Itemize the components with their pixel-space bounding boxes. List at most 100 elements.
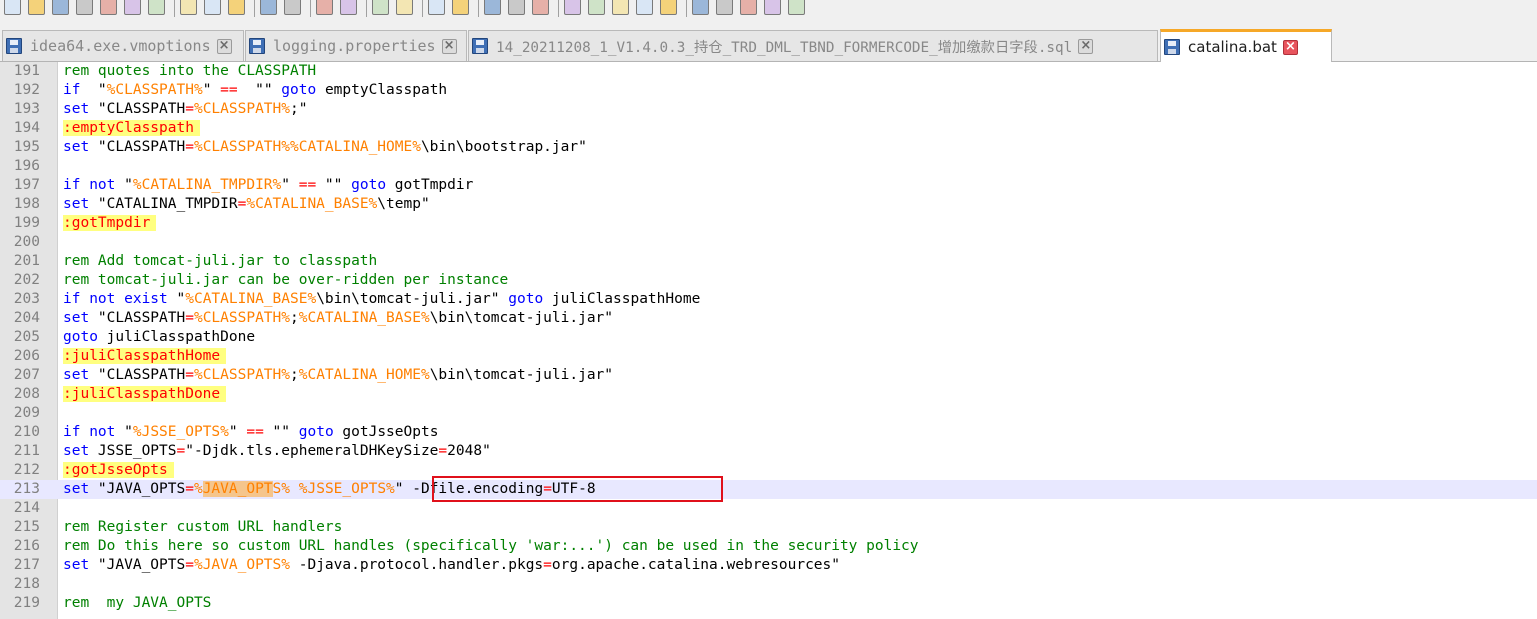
code-line[interactable]: 202 rem tomcat-juli.jar can be over-ridde… [0, 271, 1537, 290]
code-line[interactable]: 206:juliClasspathHome [0, 347, 1537, 366]
tab-catalina-bat[interactable]: catalina.bat × [1160, 29, 1332, 62]
tab-label: idea64.exe.vmoptions [30, 37, 211, 55]
folder-workspace-icon[interactable] [636, 0, 653, 15]
code-line[interactable]: 198 set "CATALINA_TMPDIR=%CATALINA_BASE%\… [0, 195, 1537, 214]
new-file-icon[interactable] [4, 0, 21, 15]
code-editor[interactable]: 191 rem quotes into the CLASSPATH 192 if "%… [0, 62, 1537, 619]
function-list-icon[interactable] [612, 0, 629, 15]
code-line[interactable]: 210 if not "%JSSE_OPTS%" == "" goto gotJs… [0, 423, 1537, 442]
line-number: 199 [13, 215, 40, 231]
code-line[interactable]: 212:gotJsseOpts [0, 461, 1537, 480]
save-all-icon[interactable] [76, 0, 93, 15]
user-language-icon[interactable] [564, 0, 581, 15]
code-text: if not "%CATALINA_TMPDIR%" == "" goto go… [63, 176, 473, 195]
copy-icon[interactable] [204, 0, 221, 15]
save-icon[interactable] [52, 0, 69, 15]
code-line[interactable]: 193 set "CLASSPATH=%CLASSPATH%;" [0, 100, 1537, 119]
zoom-out-icon[interactable] [396, 0, 413, 15]
code-text: if "%CLASSPATH%" == "" goto emptyClasspa… [63, 81, 447, 100]
stop-macro-icon[interactable] [716, 0, 733, 15]
line-number: 207 [13, 367, 40, 383]
code-token: " [80, 82, 107, 98]
code-token: if not [63, 424, 116, 440]
sync-vertical-icon[interactable] [428, 0, 445, 15]
code-line[interactable]: 204 set "CLASSPATH=%CLASSPATH%;%CATALINA_… [0, 309, 1537, 328]
code-token: juliClasspathHome [543, 291, 701, 307]
code-line[interactable]: 200 [0, 233, 1537, 252]
close-tab-icon[interactable]: × [1282, 39, 1298, 55]
code-line[interactable]: 196 [0, 157, 1537, 176]
code-token: "CLASSPATH [89, 310, 186, 326]
redo-icon[interactable] [284, 0, 301, 15]
code-token: "CLASSPATH [89, 139, 186, 155]
code-line[interactable]: 218 [0, 575, 1537, 594]
line-number: 192 [13, 82, 40, 98]
code-line[interactable]: 205 goto juliClasspathDone [0, 328, 1537, 347]
code-token: emptyClasspath [316, 82, 448, 98]
code-token: if not [63, 177, 116, 193]
word-wrap-icon[interactable] [484, 0, 501, 15]
close-all-icon[interactable] [124, 0, 141, 15]
code-line[interactable]: 192 if "%CLASSPATH%" == "" goto emptyClas… [0, 81, 1537, 100]
code-line[interactable]: 209 [0, 404, 1537, 423]
line-number: 211 [13, 443, 40, 459]
code-line[interactable]: 197 if not "%CATALINA_TMPDIR%" == "" goto… [0, 176, 1537, 195]
toolbar-separator [310, 0, 311, 17]
code-line[interactable]: 203 if not exist "%CATALINA_BASE%\bin\tom… [0, 290, 1537, 309]
replace-icon[interactable] [340, 0, 357, 15]
code-token: 2048" [447, 443, 491, 459]
toolbar-separator [366, 0, 367, 17]
show-all-chars-icon[interactable] [508, 0, 525, 15]
run-macro-multiple-icon[interactable] [764, 0, 781, 15]
code-token: %CLASSPATH% [106, 82, 203, 98]
code-line[interactable]: 191 rem quotes into the CLASSPATH [0, 62, 1537, 81]
code-line[interactable]: 199:gotTmpdir [0, 214, 1537, 233]
open-file-icon[interactable] [28, 0, 45, 15]
code-token: set [63, 367, 90, 383]
code-token: " [115, 177, 133, 193]
code-token: set [63, 101, 90, 117]
code-text: set JSSE_OPTS="-Djdk.tls.ephemeralDHKeyS… [63, 442, 491, 461]
close-tab-icon[interactable]: × [1078, 38, 1094, 54]
code-line[interactable]: 217 set "JAVA_OPTS=%JAVA_OPTS% -Djava.pro… [0, 556, 1537, 575]
cut-icon[interactable] [180, 0, 197, 15]
line-number: 197 [13, 177, 40, 193]
record-macro-icon[interactable] [692, 0, 709, 15]
close-tab-icon[interactable]: × [441, 38, 457, 54]
code-line[interactable]: 213 set "JAVA_OPTS=%JAVA_OPTS% %JSSE_OPTS… [0, 480, 1537, 499]
tab-idea64-vmoptions[interactable]: idea64.exe.vmoptions × [2, 30, 244, 61]
code-token: rem Add tomcat-juli.jar to classpath [63, 253, 378, 269]
code-line[interactable]: 201 rem Add tomcat-juli.jar to classpath [0, 252, 1537, 271]
tab-logging-properties[interactable]: logging.properties × [245, 30, 467, 61]
code-token: rem Register custom URL handlers [63, 519, 343, 535]
close-icon[interactable] [100, 0, 117, 15]
play-macro-icon[interactable] [740, 0, 757, 15]
code-line[interactable]: 211 set JSSE_OPTS="-Djdk.tls.ephemeralDHK… [0, 442, 1537, 461]
find-icon[interactable] [316, 0, 333, 15]
code-line[interactable]: 216 rem Do this here so custom URL handle… [0, 537, 1537, 556]
code-token: = [185, 101, 194, 117]
code-line[interactable]: 219 rem my JAVA_OPTS [0, 594, 1537, 613]
print-icon[interactable] [148, 0, 165, 15]
code-line[interactable]: 214 [0, 499, 1537, 518]
indent-guide-icon[interactable] [532, 0, 549, 15]
code-text: if not exist "%CATALINA_BASE%\bin\tomcat… [63, 290, 700, 309]
line-number: 209 [13, 405, 40, 421]
code-token: if [63, 82, 81, 98]
tab-sql-file[interactable]: 14_20211208_1_V1.4.0.3_持仓_TRD_DML_TBND_F… [468, 30, 1158, 61]
paste-icon[interactable] [228, 0, 245, 15]
code-line[interactable]: 207 set "CLASSPATH=%CLASSPATH%;%CATALINA_… [0, 366, 1537, 385]
save-macro-icon[interactable] [788, 0, 805, 15]
code-line[interactable]: 194:emptyClasspath [0, 119, 1537, 138]
zoom-in-icon[interactable] [372, 0, 389, 15]
document-map-icon[interactable] [588, 0, 605, 15]
close-tab-icon[interactable]: × [216, 38, 232, 54]
sync-horizontal-icon[interactable] [452, 0, 469, 15]
code-line[interactable]: 208:juliClasspathDone [0, 385, 1537, 404]
undo-icon[interactable] [260, 0, 277, 15]
code-text: rem Add tomcat-juli.jar to classpath [63, 252, 377, 271]
code-line[interactable]: 195 set "CLASSPATH=%CLASSPATH%%CATALINA_H… [0, 138, 1537, 157]
code-token: set [63, 196, 90, 212]
monitoring-icon[interactable] [660, 0, 677, 15]
code-line[interactable]: 215 rem Register custom URL handlers [0, 518, 1537, 537]
